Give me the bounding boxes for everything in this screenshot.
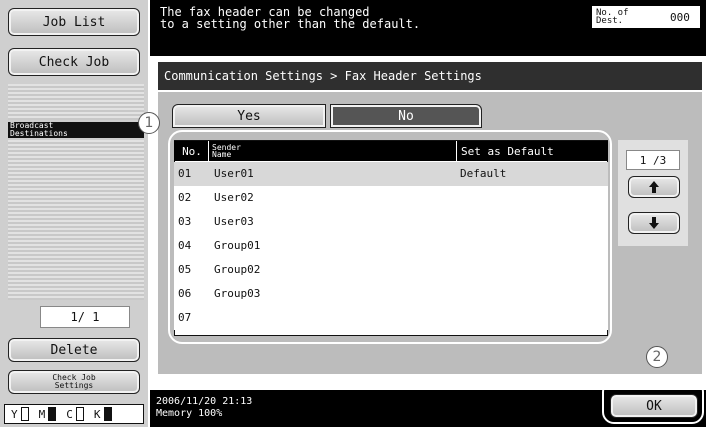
dest-label: No. of Dest. xyxy=(596,8,629,26)
row-no: 04 xyxy=(178,239,192,252)
table-row[interactable]: 01 User01 Default xyxy=(174,162,608,187)
scroll-up-button[interactable] xyxy=(628,176,680,198)
row-no: 01 xyxy=(178,167,192,180)
row-default xyxy=(460,282,600,306)
arrow-down-icon xyxy=(649,217,659,229)
delete-button[interactable]: Delete xyxy=(8,338,140,362)
toner-c: C xyxy=(66,407,84,421)
toner-m: M xyxy=(39,407,57,421)
broadcast-destinations-label: Broadcast Destinations xyxy=(8,122,144,138)
row-no: 03 xyxy=(178,215,192,228)
row-name: User03 xyxy=(214,215,254,228)
dest-count-box: No. of Dest. 000 xyxy=(592,6,700,28)
col-sender-name: Sender Name xyxy=(212,143,241,159)
row-name: Group02 xyxy=(214,263,261,276)
row-default xyxy=(460,210,600,234)
col-set-as-default: Set as Default xyxy=(456,141,609,161)
table-row[interactable]: 04 Group01 xyxy=(174,234,608,259)
ok-button[interactable]: OK xyxy=(610,394,698,418)
broadcast-list-area[interactable] xyxy=(8,140,144,300)
left-page-indicator: 1/ 1 xyxy=(40,306,130,328)
toner-y: Y xyxy=(11,407,29,421)
row-default xyxy=(460,258,600,282)
row-name xyxy=(214,306,454,330)
scroll-down-button[interactable] xyxy=(628,212,680,234)
row-default xyxy=(460,234,600,258)
table-row[interactable]: 03 User03 xyxy=(174,210,608,235)
row-default: Default xyxy=(460,167,507,180)
row-default xyxy=(460,186,600,210)
header-message: The fax header can be changed to a setti… xyxy=(160,5,421,31)
table-row[interactable]: 06 Group03 xyxy=(174,282,608,307)
row-no: 06 xyxy=(178,287,192,300)
col-no: No. xyxy=(176,141,209,161)
row-name: Group03 xyxy=(214,287,261,300)
tab-yes[interactable]: Yes xyxy=(172,104,326,128)
table-row[interactable]: 07 xyxy=(174,306,608,330)
row-no: 02 xyxy=(178,191,192,204)
callout-2: 2 xyxy=(646,346,668,368)
dest-count: 000 xyxy=(670,10,690,24)
toner-levels: Y M C K xyxy=(4,404,144,424)
row-default xyxy=(460,306,600,330)
breadcrumb: Communication Settings > Fax Header Sett… xyxy=(158,62,702,90)
table-header: No. Sender Name Set as Default xyxy=(174,141,608,161)
callout-1: 1 xyxy=(138,112,160,134)
row-name: Group01 xyxy=(214,239,261,252)
arrow-up-icon xyxy=(649,181,659,193)
row-no: 07 xyxy=(178,311,192,324)
row-name: User01 xyxy=(214,167,254,180)
datetime-memory: 2006/11/20 21:13 Memory 100% xyxy=(156,396,253,419)
toner-k: K xyxy=(94,407,112,421)
page-indicator: 1 /3 xyxy=(626,150,680,170)
left-stripe-top xyxy=(8,84,144,120)
job-list-button[interactable]: Job List xyxy=(8,8,140,36)
table-row[interactable]: 05 Group02 xyxy=(174,258,608,283)
row-name: User02 xyxy=(214,191,254,204)
check-job-button[interactable]: Check Job xyxy=(8,48,140,76)
tab-no[interactable]: No xyxy=(330,104,482,128)
check-job-settings-button[interactable]: Check Job Settings xyxy=(8,370,140,394)
row-no: 05 xyxy=(178,263,192,276)
table-row[interactable]: 02 User02 xyxy=(174,186,608,211)
